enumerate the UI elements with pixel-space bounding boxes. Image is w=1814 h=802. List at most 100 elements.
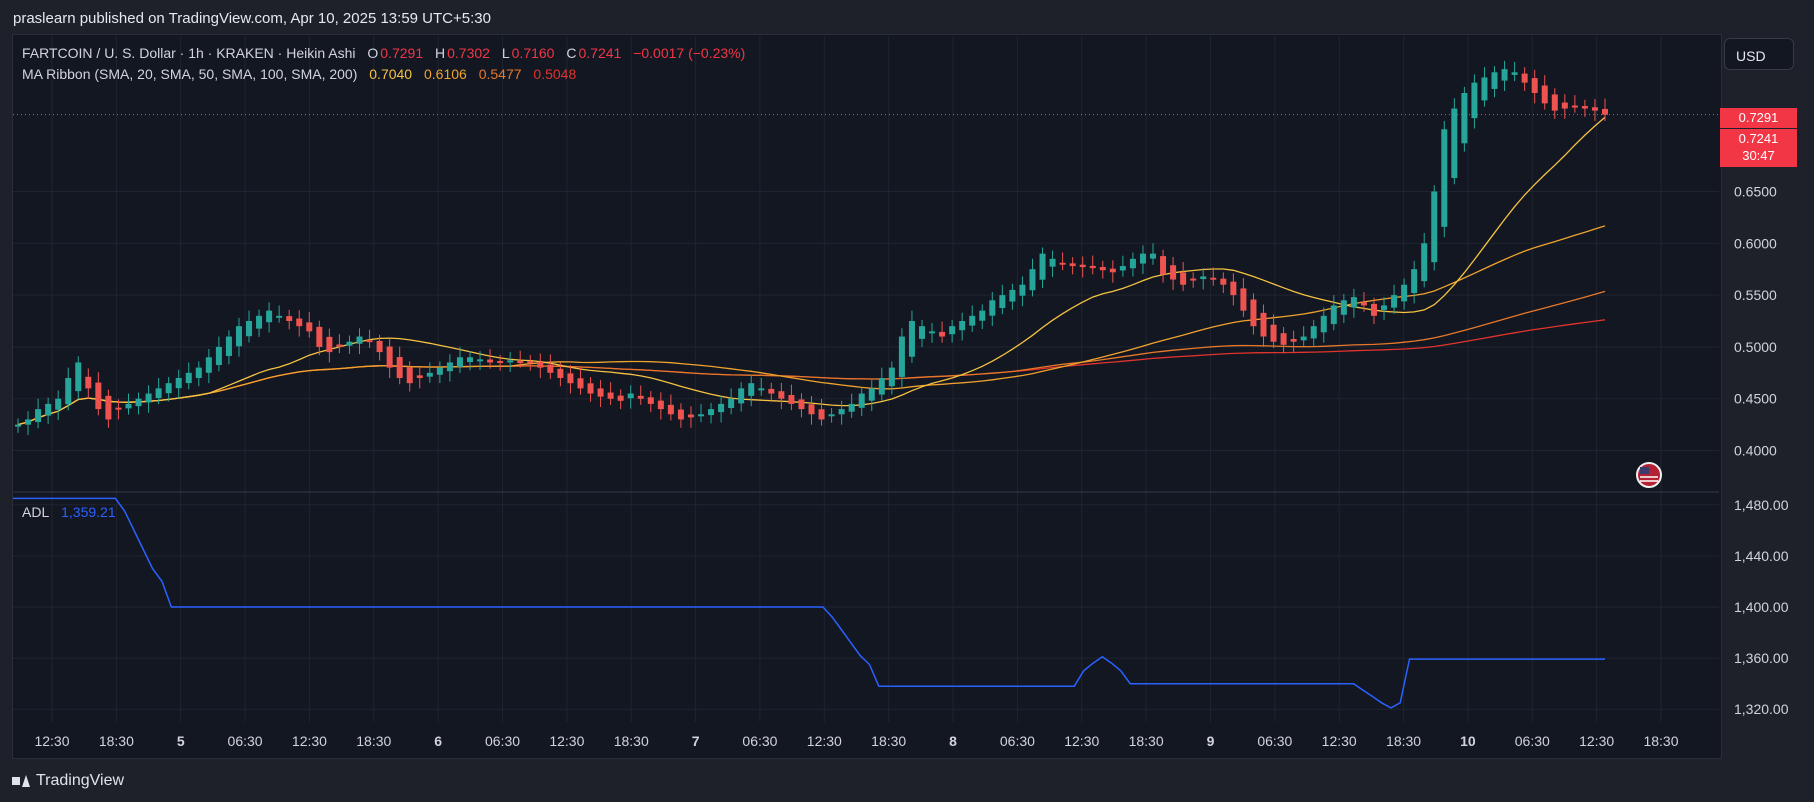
candle-body bbox=[939, 331, 946, 337]
currency-button[interactable]: USD bbox=[1724, 38, 1794, 70]
candle-body bbox=[959, 321, 966, 331]
ma-ribbon-legend: MA Ribbon (SMA, 20, SMA, 50, SMA, 100, S… bbox=[22, 66, 578, 82]
candle-body bbox=[1431, 191, 1438, 263]
candle-body bbox=[1139, 253, 1146, 264]
price-tick-label: 0.5500 bbox=[1734, 287, 1777, 303]
candle-body bbox=[587, 383, 594, 394]
candle-body bbox=[1320, 315, 1327, 333]
time-tick-label: 6 bbox=[434, 733, 442, 749]
candle-body bbox=[125, 403, 132, 409]
candle-body bbox=[45, 403, 52, 416]
time-tick-label: 18:30 bbox=[1386, 733, 1421, 749]
candle-body bbox=[446, 362, 453, 372]
candle-body bbox=[828, 414, 835, 417]
candle-body bbox=[698, 414, 705, 417]
symbol-name[interactable]: FARTCOIN / U. S. Dollar · 1h · KRAKEN · … bbox=[22, 45, 356, 61]
candle-body bbox=[246, 321, 253, 337]
candle-body bbox=[788, 394, 795, 404]
candle-body bbox=[1421, 243, 1428, 282]
candle-body bbox=[195, 367, 202, 378]
candle-body bbox=[477, 359, 484, 362]
candle-body bbox=[1129, 258, 1136, 269]
candle-body bbox=[225, 336, 232, 356]
close-price-tag: 0.7241 30:47 bbox=[1720, 129, 1797, 167]
candle-body bbox=[1511, 72, 1518, 75]
adl-label[interactable]: ADL bbox=[22, 504, 49, 520]
candle-body bbox=[718, 403, 725, 413]
candle-body bbox=[1411, 269, 1418, 294]
candle-body bbox=[35, 409, 42, 423]
candle-body bbox=[999, 295, 1006, 308]
candle-body bbox=[1571, 105, 1578, 108]
change-value: −0.0017 (−0.23%) bbox=[633, 45, 746, 61]
candle-body bbox=[1119, 266, 1126, 271]
candle-body bbox=[798, 399, 805, 410]
candle-body bbox=[95, 382, 102, 410]
candle-body bbox=[466, 357, 473, 363]
candle-body bbox=[175, 378, 182, 389]
candle-body bbox=[105, 395, 112, 420]
candle-body bbox=[1591, 107, 1598, 111]
price-tick-label: 0.6000 bbox=[1734, 235, 1777, 251]
candle-body bbox=[567, 373, 574, 384]
candle-body bbox=[1581, 106, 1588, 109]
candle-body bbox=[808, 404, 815, 415]
candle-body bbox=[1230, 281, 1237, 296]
us-flag-icon[interactable] bbox=[1636, 462, 1662, 488]
time-tick-label: 18:30 bbox=[356, 733, 391, 749]
candle-body bbox=[185, 372, 192, 384]
candle-body bbox=[487, 359, 494, 363]
candle-body bbox=[1521, 73, 1528, 83]
tradingview-logo-icon bbox=[12, 775, 30, 787]
time-tick-label: 06:30 bbox=[485, 733, 520, 749]
candle-body bbox=[667, 404, 674, 415]
candle-body bbox=[1190, 278, 1197, 281]
tradingview-logo[interactable]: TradingView bbox=[12, 772, 124, 790]
candle-body bbox=[1250, 299, 1257, 327]
time-tick-label: 12:30 bbox=[807, 733, 842, 749]
candle-body bbox=[1381, 305, 1388, 310]
candle-body bbox=[75, 362, 82, 392]
ma-ribbon-label[interactable]: MA Ribbon (SMA, 20, SMA, 50, SMA, 100, S… bbox=[22, 66, 357, 82]
candle-body bbox=[517, 361, 524, 364]
candle-body bbox=[1350, 297, 1357, 308]
candle-body bbox=[1551, 94, 1558, 111]
candle-body bbox=[1210, 277, 1217, 280]
candle-body bbox=[1059, 262, 1066, 265]
ma20-value: 0.7040 bbox=[369, 66, 413, 82]
time-tick-label: 18:30 bbox=[99, 733, 134, 749]
candle-body bbox=[1461, 93, 1468, 144]
ma50-value: 0.6106 bbox=[423, 66, 467, 82]
ma-ribbon bbox=[17, 116, 1606, 426]
candle-body bbox=[1019, 284, 1026, 296]
candle-body bbox=[85, 376, 92, 389]
candle-body bbox=[1481, 77, 1488, 101]
footer-bar bbox=[0, 763, 1814, 802]
candle-body bbox=[1300, 336, 1307, 341]
candle-body bbox=[868, 388, 875, 401]
candle-body bbox=[1310, 326, 1317, 339]
candle-body bbox=[507, 360, 514, 363]
chart-canvas[interactable]: 0.6500 0.6000 0.5500 0.5000 0.4500 0.4000 1,4… bbox=[0, 0, 1814, 802]
candle-body bbox=[456, 357, 463, 367]
adl-legend: ADL 1,359.21 bbox=[22, 504, 118, 520]
time-tick-label: 10 bbox=[1460, 733, 1476, 749]
candle-body bbox=[918, 326, 925, 339]
candle-body bbox=[979, 310, 986, 321]
close-price-value: 0.7241 bbox=[1738, 131, 1779, 146]
candle-body bbox=[276, 315, 283, 318]
price-axis: 0.6500 0.6000 0.5500 0.5000 0.4500 0.4000 bbox=[1734, 183, 1777, 458]
sma-20-line bbox=[17, 116, 1606, 426]
time-tick-label: 12:30 bbox=[1064, 733, 1099, 749]
adl-tick-label: 1,400.00 bbox=[1734, 599, 1789, 615]
adl-axis: 1,480.00 1,440.00 1,400.00 1,360.00 1,320.00 bbox=[1734, 497, 1789, 717]
tradingview-brand: TradingView bbox=[36, 772, 125, 789]
candle-body bbox=[547, 364, 554, 373]
candle-body bbox=[527, 361, 534, 364]
time-tick-label: 06:30 bbox=[228, 733, 263, 749]
ma200-value: 0.5048 bbox=[533, 66, 577, 82]
candle-body bbox=[15, 424, 21, 427]
candle-body bbox=[1561, 102, 1568, 109]
candle-body bbox=[989, 300, 996, 316]
candle-body bbox=[607, 392, 614, 399]
